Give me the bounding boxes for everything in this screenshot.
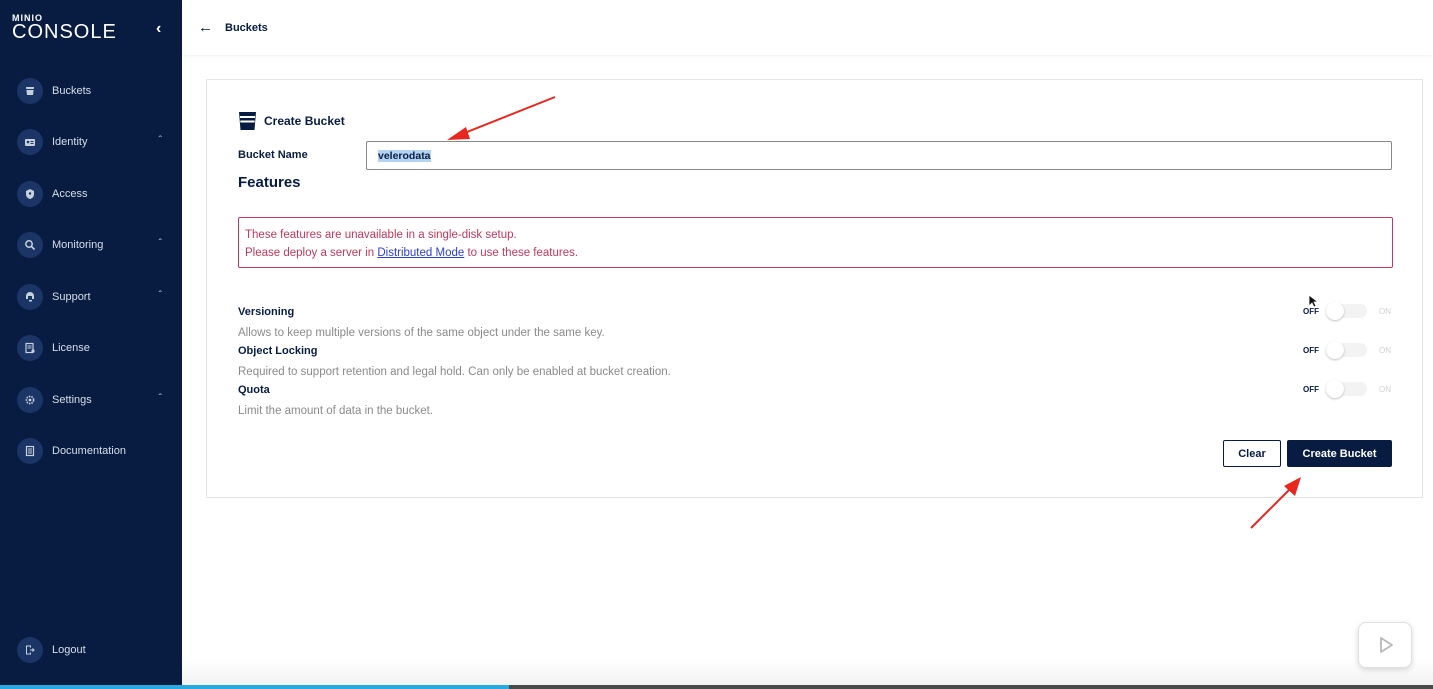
sidebar-item-label: Access [52,188,88,200]
chevron-up-icon: ˆ [158,238,162,249]
object-locking-description: Required to support retention and legal … [238,366,671,378]
bucket-name-value: velerodata [378,149,431,162]
logout-label: Logout [52,644,86,656]
sidebar-item-identity[interactable]: Identity ˆ [0,124,182,160]
quota-label: Quota [238,384,270,396]
alert-line-1: These features are unavailable in a sing… [245,229,517,241]
bucket-icon [238,111,257,131]
bucket-name-label: Bucket Name [238,149,308,161]
license-icon [17,335,43,361]
sidebar-item-label: Buckets [52,85,92,97]
sidebar-item-label: Settings [52,394,92,406]
single-disk-alert: These features are unavailable in a sing… [238,217,1393,268]
clear-button[interactable]: Clear [1223,440,1281,467]
toggle-knob [1326,302,1344,320]
chevron-up-icon: ˆ [158,135,162,146]
panel-title-row: Create Bucket [238,111,345,131]
create-bucket-button[interactable]: Create Bucket [1287,440,1392,467]
sidebar-item-label: Documentation [52,445,126,457]
alert-line-2: Please deploy a server in Distributed Mo… [245,244,1392,262]
search-icon [17,232,43,258]
support-icon [17,284,43,310]
sidebar-item-monitoring[interactable]: Monitoring ˆ [0,227,182,263]
quota-toggle[interactable]: OFF ON [1303,379,1393,399]
features-heading: Features [238,174,301,191]
sidebar-item-label: Identity [52,136,88,148]
alert-line-2-suffix: to use these features. [464,247,579,259]
video-progress-bar[interactable] [0,685,1433,689]
object-locking-label: Object Locking [238,345,318,357]
play-icon [1380,637,1393,653]
logout-button[interactable]: Logout [0,632,182,668]
play-button[interactable] [1358,622,1412,668]
toggle-on-label: ON [1379,306,1391,316]
page-header: ← Buckets [182,0,1433,55]
bucket-icon [17,78,43,104]
logout-icon [17,637,43,663]
toggle-track[interactable] [1326,341,1367,359]
sidebar-item-support[interactable]: Support ˆ [0,279,182,315]
versioning-description: Allows to keep multiple versions of the … [238,327,605,339]
back-arrow-icon[interactable]: ← [198,19,213,36]
toggle-on-label: ON [1379,384,1391,394]
toggle-knob [1326,341,1344,359]
alert-line-2-prefix: Please deploy a server in [245,247,378,259]
quota-description: Limit the amount of data in the bucket. [238,405,433,417]
identity-icon [17,129,43,155]
toggle-off-label: OFF [1303,384,1319,394]
page-title: Create Bucket [264,114,345,128]
distributed-mode-link[interactable]: Distributed Mode [377,247,464,259]
sidebar-item-access[interactable]: Access [0,176,182,212]
toggle-on-label: ON [1379,345,1391,355]
bucket-name-input[interactable]: velerodata [366,141,1392,170]
create-bucket-panel: Create Bucket Bucket Name velerodata Fea… [206,79,1423,498]
toggle-knob [1326,380,1344,398]
sidebar-item-label: Support [52,291,91,303]
breadcrumb[interactable]: Buckets [225,22,268,34]
video-progress-fill [0,685,509,689]
chevron-up-icon: ˆ [158,393,162,404]
logo-product-text: CONSOLE [12,21,117,43]
mouse-cursor-icon [1308,294,1318,308]
object-locking-toggle[interactable]: OFF ON [1303,340,1393,360]
toggle-track[interactable] [1326,302,1367,320]
sidebar-item-buckets[interactable]: Buckets [0,73,182,109]
sidebar-item-label: Monitoring [52,239,104,251]
sidebar: MINIO CONSOLE ‹ Buckets Identity ˆ Acces… [0,0,182,689]
gear-icon [17,387,43,413]
collapse-sidebar-chevron-icon[interactable]: ‹ [156,20,161,38]
shield-icon [17,181,43,207]
minio-console-logo[interactable]: MINIO CONSOLE [12,14,117,43]
sidebar-item-documentation[interactable]: Documentation [0,433,182,469]
document-icon [17,438,43,464]
versioning-label: Versioning [238,306,295,318]
sidebar-item-license[interactable]: License [0,330,182,366]
chevron-up-icon: ˆ [158,290,162,301]
sidebar-item-label: License [52,342,90,354]
toggle-track[interactable] [1326,380,1367,398]
sidebar-item-settings[interactable]: Settings ˆ [0,382,182,418]
toggle-off-label: OFF [1303,345,1319,355]
